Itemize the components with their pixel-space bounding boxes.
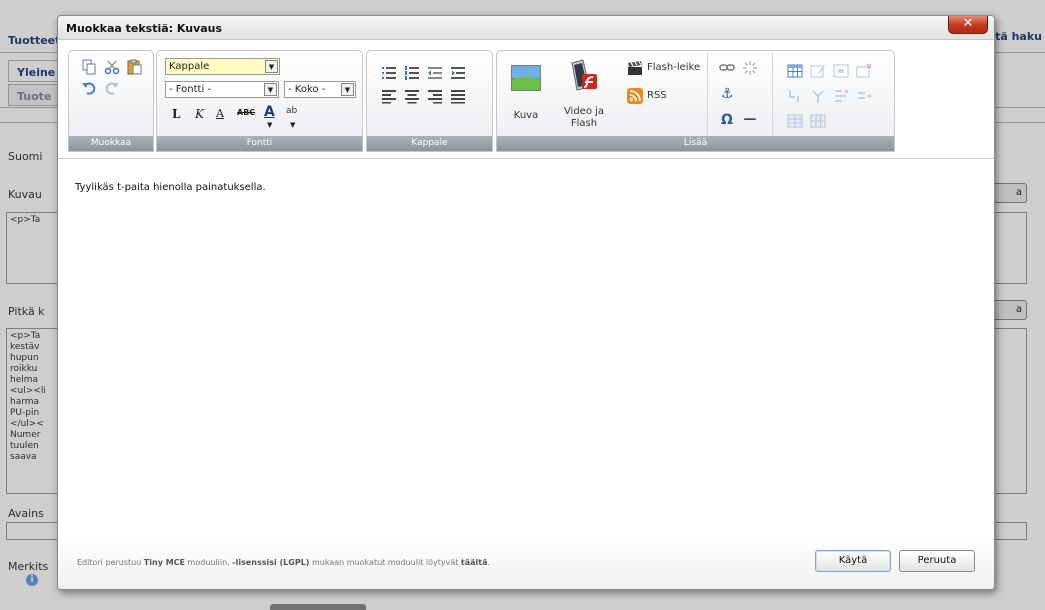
horizontal-rule-icon[interactable]: — [742, 112, 758, 128]
dialog-titlebar: Muokkaa tekstiä: Kuvaus ✕ [58, 16, 994, 40]
flash-video-icon[interactable] [569, 59, 599, 91]
indent-icon[interactable] [450, 65, 466, 81]
rss-icon[interactable] [627, 88, 643, 104]
bullet-list-icon[interactable] [381, 65, 397, 81]
redo-icon[interactable] [104, 80, 120, 96]
copy-icon[interactable] [81, 59, 97, 75]
toolbar-group-edit: Muokkaa [68, 50, 154, 152]
outdent-icon[interactable] [427, 65, 443, 81]
toolbar-group-label: Kappale [367, 136, 492, 151]
close-icon: ✕ [962, 16, 974, 31]
dialog-title: Muokkaa tekstiä: Kuvaus [66, 22, 223, 35]
editor-toolbar: Muokkaa Kappale ▼ - Fontti - ▼ - Koko - … [68, 50, 895, 152]
numbered-list-icon[interactable] [404, 65, 420, 81]
undo-icon[interactable] [81, 80, 97, 96]
special-character-icon[interactable]: Ω [719, 112, 735, 128]
flash-clip-label[interactable]: Flash-leike [647, 62, 700, 73]
toolbar-group-label: Fontti [157, 136, 362, 151]
rss-label[interactable]: RSS [647, 90, 667, 101]
table-icon[interactable] [787, 63, 803, 79]
split-cell-icon[interactable] [810, 88, 826, 104]
video-button-label-2[interactable]: Flash [559, 118, 609, 130]
format-select-value: Kappale [169, 61, 210, 72]
cell-props-icon[interactable] [833, 63, 849, 79]
align-center-icon[interactable] [404, 88, 420, 104]
chevron-down-icon: ▼ [264, 83, 277, 96]
align-right-icon[interactable] [427, 88, 443, 104]
chevron-down-icon[interactable]: ▼ [290, 121, 295, 129]
footer-note-text: mukaan muokatut moduulit löytyvät [312, 558, 459, 567]
cut-icon[interactable] [104, 59, 120, 75]
highlight-button[interactable]: ab [286, 106, 297, 116]
link-icon[interactable] [719, 60, 735, 76]
dialog-footer: Editori perustuu Tiny MCE moduuliin. -li… [58, 535, 994, 589]
video-button-label-1[interactable]: Video ja [559, 106, 609, 118]
anchor-icon[interactable]: ⚓ [719, 86, 735, 102]
footer-note-text: . [487, 558, 491, 567]
edit-text-dialog: Muokkaa tekstiä: Kuvaus ✕ Muokkaa Kappal… [57, 15, 995, 590]
font-size-value: - Koko - [288, 84, 326, 95]
footer-note-text: moduuliin. [187, 558, 230, 567]
chevron-down-icon[interactable]: ▼ [267, 121, 272, 129]
table-edit-icon[interactable] [810, 63, 826, 79]
insert-col-icon[interactable] [856, 88, 872, 104]
unlink-icon[interactable] [742, 60, 758, 76]
align-left-icon[interactable] [381, 88, 397, 104]
format-select[interactable]: Kappale ▼ [165, 58, 280, 75]
toolbar-group-paragraph: Kappale [366, 50, 493, 152]
divider [707, 53, 708, 137]
image-icon[interactable] [511, 65, 541, 91]
font-size-select[interactable]: - Koko - ▼ [284, 81, 356, 98]
split-cells-icon[interactable] [810, 113, 826, 129]
clapperboard-icon[interactable] [627, 60, 643, 76]
underline-button[interactable]: A [216, 107, 224, 120]
editor-content-area[interactable]: Tyylikäs t-paita hienolla painatuksella. [58, 158, 994, 537]
delete-table-icon[interactable] [856, 63, 872, 79]
toolbar-group-label: Muokkaa [69, 136, 153, 151]
close-button[interactable]: ✕ [948, 16, 988, 34]
apply-button[interactable]: Käytä [815, 550, 891, 572]
editor-text[interactable]: Tyylikäs t-paita hienolla painatuksella. [75, 182, 266, 193]
font-color-button[interactable]: A [264, 104, 275, 120]
toolbar-group-font: Kappale ▼ - Fontti - ▼ - Koko - ▼ L K A … [156, 50, 363, 152]
chevron-down-icon: ▼ [341, 83, 354, 96]
insert-row-icon[interactable] [833, 88, 849, 104]
toolbar-group-insert: Kuva Video ja Flash Flash-leike RSS ⚓ Ω … [496, 50, 895, 152]
image-button-label[interactable]: Kuva [511, 110, 541, 122]
cancel-button[interactable]: Peruuta [899, 550, 975, 572]
footer-note-text: Editori perustuu [77, 558, 142, 567]
row-props-icon[interactable] [787, 88, 803, 104]
italic-button[interactable]: K [195, 107, 204, 121]
merge-cells-icon[interactable] [787, 113, 803, 129]
strikethrough-button[interactable]: ABC [237, 108, 255, 117]
bold-button[interactable]: L [172, 107, 180, 121]
toolbar-group-label: Lisää [497, 136, 894, 151]
paste-icon[interactable] [126, 59, 142, 75]
footer-note-link[interactable]: täältä [461, 558, 488, 567]
footer-note: Editori perustuu Tiny MCE moduuliin. -li… [77, 558, 490, 567]
font-family-value: - Fontti - [169, 84, 212, 95]
font-family-select[interactable]: - Fontti - ▼ [165, 81, 279, 98]
footer-note-license[interactable]: -lisenssisi (LGPL) [232, 558, 309, 567]
divider [772, 53, 773, 137]
footer-note-tinymce: Tiny MCE [143, 558, 185, 567]
chevron-down-icon: ▼ [265, 60, 278, 73]
align-justify-icon[interactable] [450, 88, 466, 104]
